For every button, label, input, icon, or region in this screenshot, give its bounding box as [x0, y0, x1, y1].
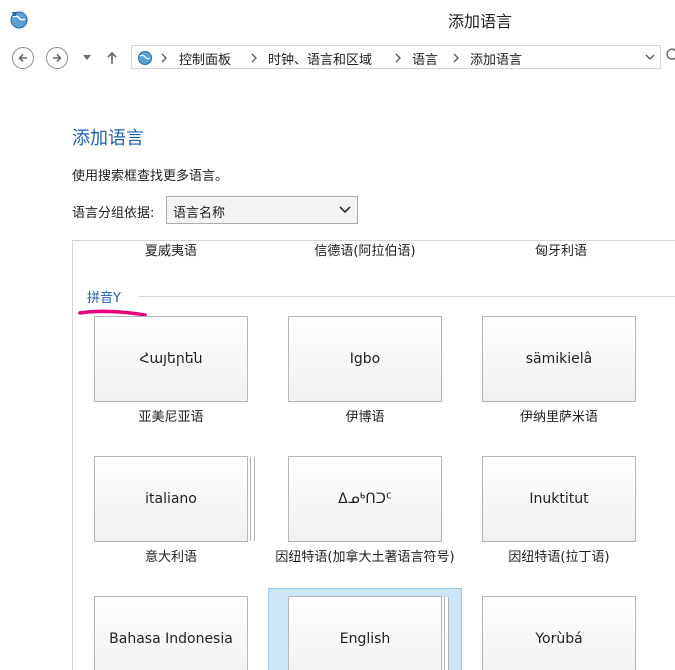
recent-locations-chevron-icon [83, 55, 91, 60]
language-tile[interactable]: Bahasa Indonesia [94, 596, 248, 670]
group-by-value: 语言名称 [173, 206, 226, 221]
breadcrumb-language[interactable]: 语言 [412, 49, 438, 68]
breadcrumb-clock-language-region[interactable]: 时钟、语言和区域 [268, 49, 372, 68]
back-arrow-icon [18, 53, 27, 63]
title-bar: 添加语言 [0, 0, 675, 38]
language-caption: 伊纳里萨米语 [519, 410, 598, 425]
forward-button[interactable] [46, 47, 68, 69]
recent-locations-button[interactable] [79, 48, 95, 68]
up-arrow-icon [107, 51, 117, 64]
language-caption: 因纽特语(拉丁语) [508, 550, 610, 565]
breadcrumb-separator-icon [161, 53, 167, 63]
navigation-bar: 控制面板 时钟、语言和区域 语言 添加语言 [0, 38, 675, 76]
language-caption[interactable]: 信德语(阿拉伯语) [285, 241, 445, 259]
page-description: 使用搜索框查找更多语言。 [72, 169, 229, 184]
language-tile[interactable]: italiano [94, 456, 248, 542]
language-tile[interactable]: Հայերեն [94, 316, 248, 402]
language-caption: 亚美尼亚语 [138, 410, 204, 425]
control-panel-language-icon [138, 51, 152, 65]
section-divider [139, 296, 675, 297]
page-title: 添加语言 [72, 128, 144, 149]
back-button[interactable] [12, 47, 34, 69]
language-tile[interactable]: Igbo [288, 316, 442, 402]
language-tile[interactable]: Yorùbá [482, 596, 636, 670]
breadcrumb-separator-icon [453, 53, 459, 63]
language-tile[interactable]: ᐃᓄᒃᑎᑐᑦ [288, 456, 442, 542]
group-by-select[interactable]: 语言名称 [166, 196, 358, 224]
language-tile[interactable]: sämikielâ [482, 316, 636, 402]
group-by-label: 语言分组依据: [72, 206, 155, 221]
language-caption[interactable]: 夏威夷语 [91, 241, 251, 259]
up-button[interactable] [104, 48, 120, 68]
breadcrumb-separator-icon [251, 53, 257, 63]
language-caption: 意大利语 [144, 550, 197, 565]
breadcrumb-separator-icon [395, 53, 401, 63]
language-caption[interactable]: 匈牙利语 [481, 241, 641, 259]
language-caption: 伊博语 [345, 410, 385, 425]
refresh-icon[interactable] [665, 47, 675, 61]
language-tile-selected[interactable]: English [288, 596, 442, 670]
breadcrumb-control-panel[interactable]: 控制面板 [179, 49, 231, 68]
language-globe-icon[interactable] [8, 8, 30, 30]
chevron-down-icon [339, 206, 351, 214]
language-caption: 因纽特语(加拿大土著语言符号) [275, 550, 455, 565]
window-title: 添加语言 [447, 12, 512, 31]
breadcrumb-add-language[interactable]: 添加语言 [470, 49, 522, 68]
chevron-down-icon[interactable] [644, 51, 656, 63]
address-bar[interactable]: 控制面板 时钟、语言和区域 语言 添加语言 [131, 45, 661, 69]
forward-arrow-icon [53, 53, 62, 63]
language-tile[interactable]: Inuktitut [482, 456, 636, 542]
section-header: 拼音Y [87, 291, 121, 306]
language-list[interactable]: 夏威夷语 信德语(阿拉伯语) 匈牙利语 拼音Y Հայերեն 亚美尼亚语 Ig… [72, 240, 675, 670]
